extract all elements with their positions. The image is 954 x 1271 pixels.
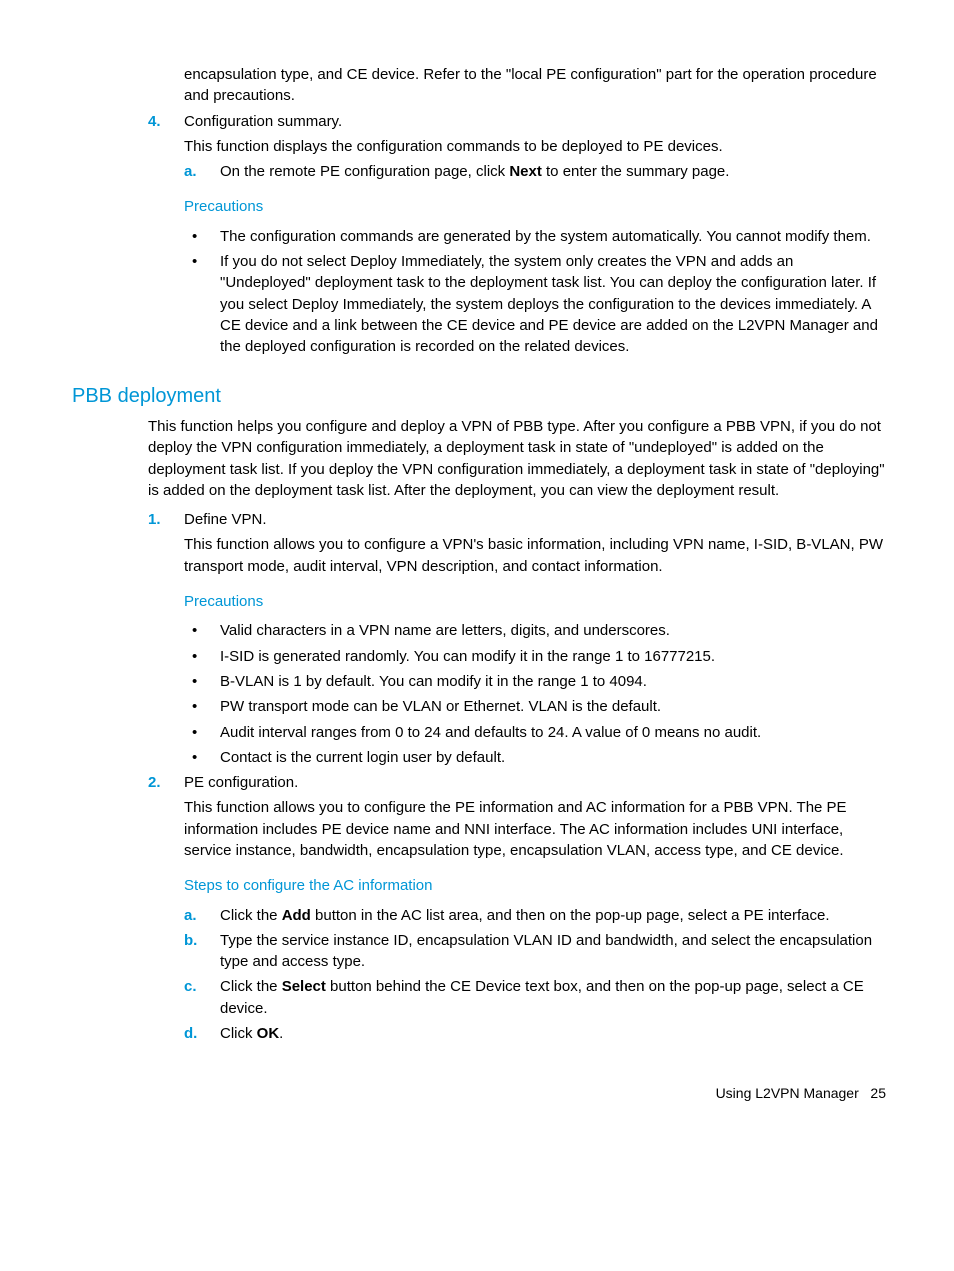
ac-step-d-text: Click OK. xyxy=(220,1023,283,1044)
step-4-marker: 4. xyxy=(148,111,184,132)
footer-label: Using L2VPN Manager xyxy=(716,1085,859,1101)
pbb-prec-b2: I-SID is generated randomly. You can mod… xyxy=(220,646,886,667)
ac-step-d-post: . xyxy=(279,1025,283,1042)
ac-step-c-bold: Select xyxy=(282,978,326,995)
pbb-step-1-marker: 1. xyxy=(148,509,184,530)
steps-ac-heading: Steps to configure the AC information xyxy=(184,875,886,896)
pbb-step-2: 2. PE configuration. xyxy=(148,772,886,793)
step-4-title: Configuration summary. xyxy=(184,111,342,132)
precaution-1-2: If you do not select Deploy Immediately,… xyxy=(220,251,886,357)
ac-step-b-marker: b. xyxy=(184,930,220,973)
precaution-1-1: The configuration commands are generated… xyxy=(220,226,886,247)
ac-step-d-marker: d. xyxy=(184,1023,220,1044)
page-footer: Using L2VPN Manager 25 xyxy=(80,1084,886,1104)
ac-step-b: b. Type the service instance ID, encapsu… xyxy=(184,930,886,973)
precautions-heading-1: Precautions xyxy=(184,196,886,217)
pbb-step-2-marker: 2. xyxy=(148,772,184,793)
continuation-paragraph: encapsulation type, and CE device. Refer… xyxy=(184,64,886,107)
step-4-desc: This function displays the configuration… xyxy=(184,136,886,157)
pbb-prec-b4: PW transport mode can be VLAN or Etherne… xyxy=(220,696,886,717)
pbb-step-2-desc: This function allows you to configure th… xyxy=(184,797,886,861)
step-4a: a. On the remote PE configuration page, … xyxy=(184,161,886,182)
ac-step-d-bold: OK xyxy=(257,1025,280,1042)
step-4a-post: to enter the summary page. xyxy=(542,163,730,180)
pbb-step-1-title: Define VPN. xyxy=(184,509,267,530)
precautions-heading-2: Precautions xyxy=(184,591,886,612)
pbb-deployment-heading: PBB deployment xyxy=(72,382,886,410)
step-4a-text: On the remote PE configuration page, cli… xyxy=(220,161,729,182)
pbb-prec-b6: Contact is the current login user by def… xyxy=(220,747,886,768)
ac-step-a-post: button in the AC list area, and then on … xyxy=(311,907,830,924)
pbb-step-1: 1. Define VPN. xyxy=(148,509,886,530)
ac-step-d-pre: Click xyxy=(220,1025,257,1042)
pbb-prec-b1: Valid characters in a VPN name are lette… xyxy=(220,620,886,641)
footer-page-number: 25 xyxy=(870,1085,886,1101)
step-4a-marker: a. xyxy=(184,161,220,182)
ac-step-c-pre: Click the xyxy=(220,978,282,995)
ac-step-a-pre: Click the xyxy=(220,907,282,924)
step-4a-pre: On the remote PE configuration page, cli… xyxy=(220,163,509,180)
pbb-step-1-desc: This function allows you to configure a … xyxy=(184,534,886,577)
pbb-prec-b5: Audit interval ranges from 0 to 24 and d… xyxy=(220,722,886,743)
ac-step-b-text: Type the service instance ID, encapsulat… xyxy=(220,930,886,973)
ac-step-a-bold: Add xyxy=(282,907,311,924)
step-4: 4. Configuration summary. xyxy=(148,111,886,132)
ac-step-a: a. Click the Add button in the AC list a… xyxy=(184,905,886,926)
ac-step-c-text: Click the Select button behind the CE De… xyxy=(220,976,886,1019)
pbb-step-2-title: PE configuration. xyxy=(184,772,298,793)
ac-step-a-marker: a. xyxy=(184,905,220,926)
pbb-intro: This function helps you configure and de… xyxy=(148,416,886,501)
pbb-prec-b3: B-VLAN is 1 by default. You can modify i… xyxy=(220,671,886,692)
ac-step-c: c. Click the Select button behind the CE… xyxy=(184,976,886,1019)
ac-step-a-text: Click the Add button in the AC list area… xyxy=(220,905,830,926)
ac-step-c-marker: c. xyxy=(184,976,220,1019)
step-4a-bold: Next xyxy=(509,163,542,180)
ac-step-d: d. Click OK. xyxy=(184,1023,886,1044)
